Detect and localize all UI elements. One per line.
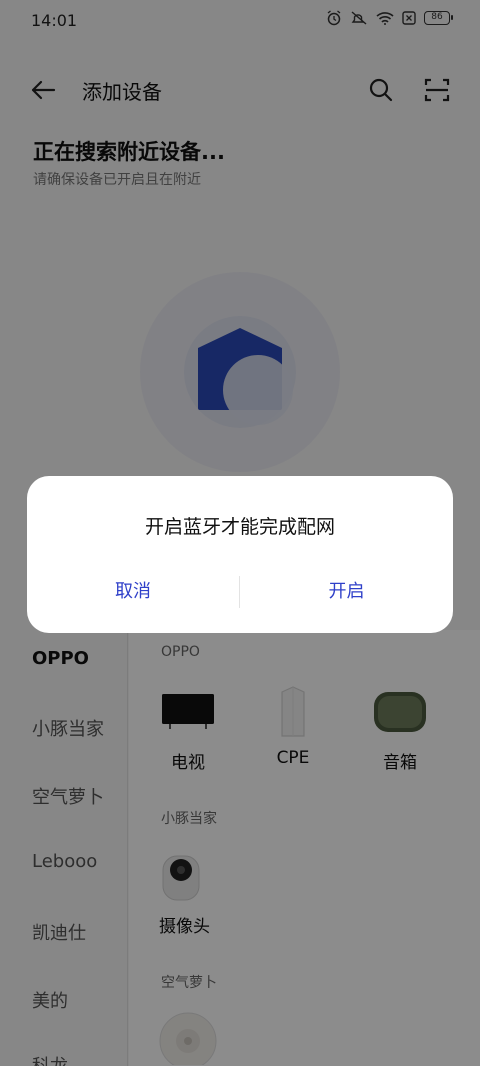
bluetooth-dialog: 开启蓝牙才能完成配网 取消 开启 [27,476,453,633]
enable-bluetooth-button[interactable]: 开启 [240,572,453,612]
dialog-message: 开启蓝牙才能完成配网 [144,516,335,538]
cancel-button[interactable]: 取消 [27,572,239,612]
add-device-screen: 14:01 86 添加设备 正在搜索附近设备... 请确保设备已开启且在附近 O… [0,0,480,1066]
